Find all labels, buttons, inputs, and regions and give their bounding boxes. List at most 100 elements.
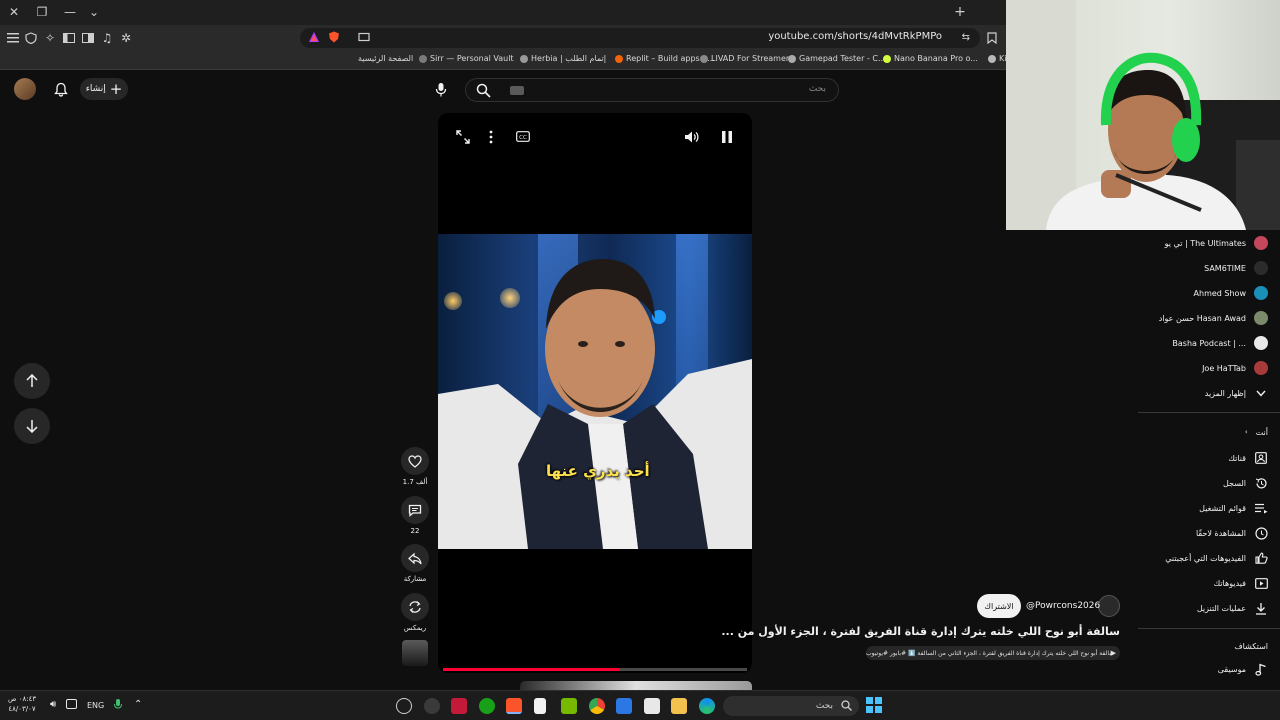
network-icon[interactable] bbox=[66, 699, 77, 709]
extensions-icon[interactable]: ✧ bbox=[40, 28, 60, 48]
edge-icon[interactable] bbox=[699, 698, 715, 714]
share-action[interactable]: مشاركة bbox=[401, 544, 429, 583]
taskbar-search[interactable]: بحث bbox=[723, 696, 859, 716]
sound-thumbnail[interactable] bbox=[402, 640, 428, 666]
sidebar-item-liked[interactable]: الفيديوهات التي أعجبتني bbox=[1140, 548, 1268, 568]
closed-captions-icon[interactable]: CC bbox=[516, 131, 530, 142]
bookmark-item[interactable]: Gamepad Tester - C... bbox=[788, 54, 886, 63]
share-button[interactable] bbox=[401, 544, 429, 572]
bookmark-item[interactable]: Ki bbox=[988, 54, 1006, 63]
mail-icon[interactable] bbox=[616, 698, 632, 714]
next-short-button[interactable] bbox=[14, 408, 50, 444]
notifications-bell-icon[interactable] bbox=[50, 78, 72, 100]
sidebar-item-your-videos[interactable]: فيديوهاتك bbox=[1140, 573, 1268, 593]
voice-search-mic-icon[interactable] bbox=[430, 78, 452, 100]
sidebar-item-download[interactable]: عمليات التنزيل bbox=[1140, 598, 1268, 618]
microphone-icon[interactable] bbox=[114, 698, 122, 711]
sidebar-subscription-item[interactable]: حسن عواد Hasan Awad bbox=[1140, 308, 1268, 328]
video-progress-bar[interactable] bbox=[443, 668, 747, 671]
video-frame[interactable]: أحد يدري عنها bbox=[438, 234, 752, 549]
file-icon[interactable] bbox=[534, 698, 546, 714]
avatar[interactable] bbox=[14, 78, 36, 100]
sidebar-subscription-item[interactable]: Ahmed Show bbox=[1140, 283, 1268, 303]
more-options-icon[interactable] bbox=[488, 130, 494, 144]
site-settings-icon[interactable]: ⇆ bbox=[962, 32, 970, 43]
next-short-preview[interactable] bbox=[520, 681, 752, 690]
search-input[interactable]: بحث bbox=[809, 84, 826, 94]
subscribe-button[interactable]: الاشتراك bbox=[977, 594, 1021, 618]
sidebar-subscription-item[interactable]: تي يو | The Ultimates bbox=[1140, 233, 1268, 253]
video-subtitle-chip[interactable]: ▶ سالفة أبو نوح اللي خلته يترك إدارة قنا… bbox=[866, 646, 1120, 660]
bookmark-icon[interactable] bbox=[982, 28, 1002, 48]
close-window-icon[interactable]: ✕ bbox=[4, 2, 24, 22]
channel-avatar[interactable] bbox=[1098, 595, 1120, 617]
video-title[interactable]: سالفة أبو نوح اللي خلته يترك إدارة قناة … bbox=[721, 625, 1120, 638]
you-section-header[interactable]: ‹ أنت bbox=[1140, 422, 1268, 442]
bookmark-item[interactable]: Herbia | إتمام الطلب bbox=[520, 54, 606, 63]
app-red-icon[interactable] bbox=[451, 698, 467, 714]
pause-icon[interactable] bbox=[722, 131, 732, 143]
channel-name[interactable]: @Powrcons2026 bbox=[1026, 601, 1100, 611]
brave-taskbar-icon[interactable] bbox=[506, 698, 522, 714]
bookmark-item[interactable]: Nano Banana Pro o... bbox=[883, 54, 978, 63]
chrome-icon[interactable] bbox=[589, 698, 605, 714]
sidebar-subscription-item[interactable]: Joe HaTTab bbox=[1140, 358, 1268, 378]
sidebar-icon[interactable] bbox=[78, 28, 98, 48]
shield-icon[interactable] bbox=[21, 28, 41, 48]
remix-action[interactable]: ريمكس bbox=[401, 593, 429, 632]
keyboard-icon[interactable] bbox=[510, 86, 524, 95]
svg-text:CC: CC bbox=[519, 135, 527, 141]
xbox-icon[interactable] bbox=[479, 698, 495, 714]
url-text[interactable]: youtube.com/shorts/4dMvtRkPMPo bbox=[768, 31, 942, 42]
sidebar-subscription-item[interactable]: Basha Podcast | ... bbox=[1140, 333, 1268, 353]
shorts-player[interactable]: CC أحد يدري عنها bbox=[438, 113, 752, 673]
volume-icon[interactable] bbox=[684, 130, 700, 144]
store-icon[interactable] bbox=[644, 698, 660, 714]
bookmark-item[interactable]: الصفحة الرئيسية bbox=[358, 54, 413, 63]
browser-circle-icon[interactable] bbox=[396, 698, 412, 714]
language-indicator[interactable]: ENG bbox=[87, 701, 104, 710]
sidebar-item-music[interactable]: موسيقى bbox=[1140, 659, 1268, 679]
music-note-icon[interactable]: ♫ bbox=[97, 28, 117, 48]
sidebar-item-playlists[interactable]: قوائم التشغيل bbox=[1140, 498, 1268, 518]
search-box[interactable]: بحث bbox=[465, 78, 839, 102]
address-bar[interactable]: youtube.com/shorts/4dMvtRkPMPo ⇆ bbox=[300, 28, 980, 48]
bookmark-label: Sirr — Personal Vault bbox=[430, 54, 514, 63]
bookmark-item[interactable]: LIVAD For Streamer... bbox=[700, 54, 796, 63]
nvidia-icon[interactable] bbox=[561, 698, 577, 714]
tab-list-chevron-icon[interactable]: ⌄ bbox=[84, 2, 104, 22]
tabs-icon[interactable] bbox=[59, 28, 79, 48]
bookmark-item[interactable]: Sirr — Personal Vault bbox=[419, 54, 514, 63]
sidebar-item-watch-later[interactable]: المشاهدة لاحقًا bbox=[1140, 523, 1268, 543]
previous-short-button[interactable] bbox=[14, 363, 50, 399]
comments-action[interactable]: 22 bbox=[401, 496, 429, 535]
cast-icon[interactable] bbox=[358, 31, 372, 45]
menu-icon[interactable] bbox=[3, 28, 23, 48]
sidebar-item-label: الفيديوهات التي أعجبتني bbox=[1165, 553, 1246, 563]
brave-rewards-icon[interactable] bbox=[308, 31, 322, 45]
remix-button[interactable] bbox=[401, 593, 429, 621]
sidebar-item-account-box[interactable]: قناتك bbox=[1140, 448, 1268, 468]
chevron-up-icon[interactable]: ⌃ bbox=[134, 699, 142, 710]
windows-start-icon[interactable] bbox=[866, 697, 882, 713]
like-button[interactable] bbox=[401, 447, 429, 475]
obs-icon[interactable] bbox=[424, 698, 440, 714]
system-clock[interactable]: ٠٨:٤٣ ص ٤٨/٠٣/٠٧ bbox=[8, 694, 36, 714]
minimize-window-icon[interactable]: — bbox=[60, 2, 80, 22]
playlists-icon bbox=[1254, 501, 1268, 515]
speaker-icon[interactable]: 🔊︎ bbox=[50, 699, 56, 710]
restore-window-icon[interactable]: ❐ bbox=[32, 2, 52, 22]
show-more-button[interactable]: إظهار المزيد bbox=[1140, 383, 1268, 403]
puzzle-icon[interactable]: ✲ bbox=[116, 28, 136, 48]
like-action[interactable]: 1.7 ألف bbox=[401, 447, 429, 486]
sidebar-subscription-item[interactable]: SAM6TIME bbox=[1140, 258, 1268, 278]
create-button[interactable]: إنشاء + bbox=[80, 78, 128, 100]
search-icon[interactable] bbox=[476, 83, 491, 98]
subscription-label: Joe HaTTab bbox=[1202, 363, 1246, 373]
sidebar-item-history[interactable]: السجل bbox=[1140, 473, 1268, 493]
comments-button[interactable] bbox=[401, 496, 429, 524]
folder-icon[interactable] bbox=[671, 698, 687, 714]
fullscreen-icon[interactable] bbox=[456, 130, 470, 144]
new-tab-icon[interactable]: + bbox=[950, 2, 970, 22]
brave-shield-icon[interactable] bbox=[328, 31, 342, 45]
